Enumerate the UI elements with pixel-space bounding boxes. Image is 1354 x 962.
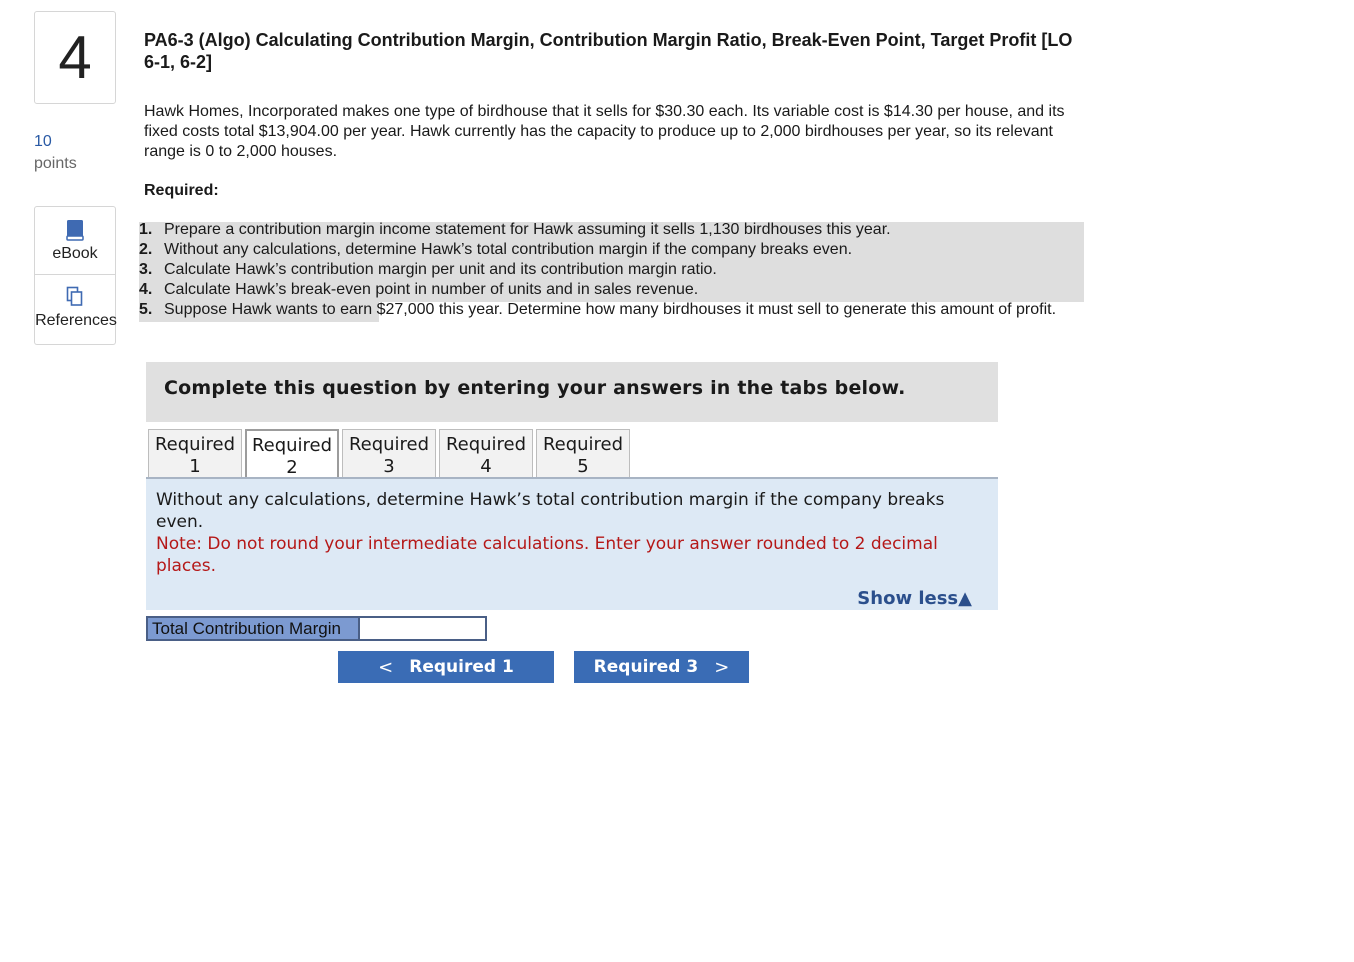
prev-button-label: Required 1: [409, 657, 514, 677]
next-required-button[interactable]: Required 3 >: [574, 651, 749, 683]
total-contribution-margin-label: Total Contribution Margin: [146, 616, 358, 641]
references-button[interactable]: References: [34, 275, 117, 345]
question-intro: Hawk Homes, Incorporated makes one type …: [144, 103, 1065, 160]
requirement-number: 2.: [139, 241, 153, 258]
tab-required-2[interactable]: Required 2: [245, 429, 339, 479]
panel-instruction: Without any calculations, determine Hawk…: [156, 490, 945, 532]
tab-number: 5: [577, 456, 589, 477]
references-label: References: [35, 312, 117, 329]
tab-label: Required: [348, 434, 430, 455]
points-value: 10: [34, 133, 52, 150]
tab-number: 2: [286, 457, 298, 478]
tab-number: 3: [383, 456, 395, 477]
requirement-number: 4.: [139, 281, 153, 298]
points-label: points: [34, 155, 77, 172]
requirement-text: Calculate Hawk’s contribution margin per…: [164, 261, 717, 278]
ebook-label: eBook: [52, 245, 98, 262]
requirement-text: Suppose Hawk wants to earn $27,000 this …: [164, 301, 1057, 318]
caret-up-icon: ▲: [958, 588, 972, 609]
tab-required-3[interactable]: Required 3: [342, 429, 436, 478]
tab-panel: Without any calculations, determine Hawk…: [146, 479, 998, 610]
prev-required-button[interactable]: < Required 1: [338, 651, 554, 683]
question-number: 4: [34, 11, 116, 104]
required-tabs: Required 1 Required 2 Required 3 Require…: [148, 429, 630, 479]
tab-number: 1: [189, 456, 201, 477]
chevron-left-icon: <: [378, 656, 394, 678]
question-title: PA6-3 (Algo) Calculating Contribution Ma…: [144, 30, 1073, 72]
tab-required-5[interactable]: Required 5: [536, 429, 630, 478]
required-heading: Required:: [144, 182, 219, 199]
copy-icon: [66, 286, 84, 308]
chevron-right-icon: >: [714, 656, 730, 678]
requirement-number: 1.: [139, 221, 153, 238]
tab-label: Required: [251, 435, 333, 456]
total-contribution-margin-input[interactable]: [358, 616, 487, 641]
ebook-button[interactable]: eBook: [34, 206, 116, 275]
complete-banner: Complete this question by entering your …: [146, 362, 998, 422]
tab-label: Required: [445, 434, 527, 455]
tab-required-1[interactable]: Required 1: [148, 429, 242, 478]
requirement-text: Calculate Hawk’s break-even point in num…: [164, 281, 699, 298]
requirement-number: 5.: [139, 301, 153, 318]
tab-number: 4: [480, 456, 492, 477]
requirement-item: 4. Calculate Hawk’s break-even point in …: [139, 280, 1084, 300]
requirements-list: 1. Prepare a contribution margin income …: [139, 220, 1084, 320]
tab-label: Required: [154, 434, 236, 455]
show-less-label: Show less: [857, 588, 959, 609]
requirement-text: Without any calculations, determine Hawk…: [164, 241, 853, 258]
requirement-text: Prepare a contribution margin income sta…: [164, 221, 891, 238]
panel-note: Note: Do not round your intermediate cal…: [156, 534, 938, 576]
next-button-label: Required 3: [593, 657, 699, 677]
tab-label: Required: [542, 434, 624, 455]
requirement-item: 3. Calculate Hawk’s contribution margin …: [139, 260, 1084, 280]
requirement-item: 1. Prepare a contribution margin income …: [139, 220, 1084, 240]
requirement-number: 3.: [139, 261, 153, 278]
requirement-item: 5. Suppose Hawk wants to earn $27,000 th…: [139, 300, 1084, 320]
requirement-item: 2. Without any calculations, determine H…: [139, 240, 1084, 260]
tab-required-4[interactable]: Required 4: [439, 429, 533, 478]
book-icon: [66, 219, 84, 241]
points-display: 10 points: [34, 131, 77, 175]
show-less-toggle[interactable]: Show less▲: [857, 588, 972, 610]
answer-row: Total Contribution Margin: [146, 616, 487, 641]
